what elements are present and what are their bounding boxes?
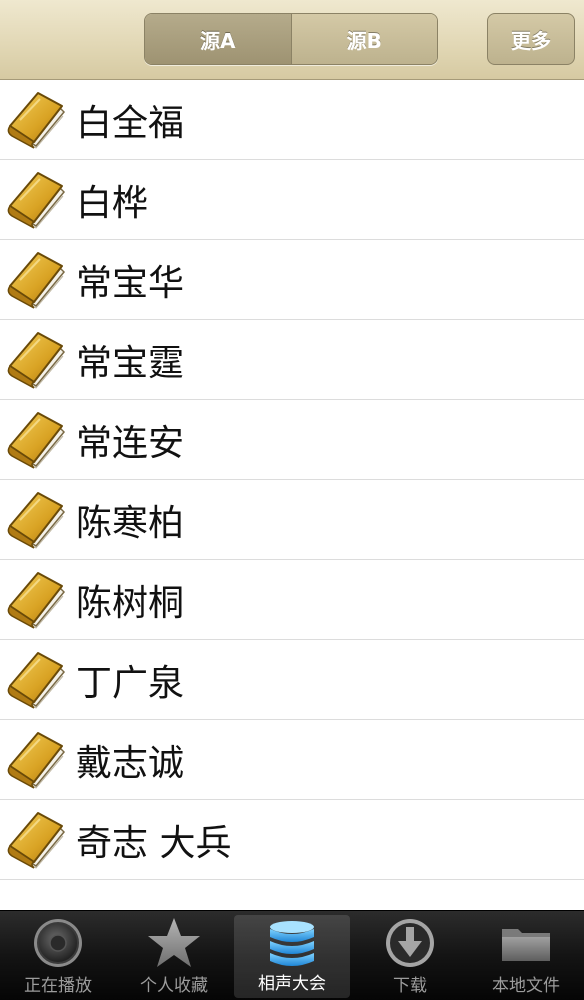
folder-icon: [502, 929, 550, 961]
tab-label: 下载: [393, 976, 427, 996]
list-item-label: 丁广泉: [76, 662, 185, 704]
list-item-label: 奇志 大兵: [76, 822, 232, 864]
performer-list: 白全福 白桦 常宝华 常宝霆 常连安 陈寒柏 陈树桐 丁广泉 戴志诚 奇志 大兵: [0, 80, 584, 910]
book-icon: [7, 332, 66, 389]
list-item-label: 白桦: [76, 182, 149, 224]
segment-source-a[interactable]: 源A: [145, 14, 291, 64]
list-item[interactable]: 常宝华: [0, 240, 584, 320]
list-item[interactable]: 陈寒柏: [0, 480, 584, 560]
list-item-label: 常连安: [76, 422, 185, 464]
list-item-label: 常宝霆: [76, 342, 185, 384]
segment-source-b[interactable]: 源B: [290, 14, 437, 64]
book-icon: [7, 572, 66, 629]
navigation-bar: 源A 源B 更多: [0, 0, 584, 80]
list-item[interactable]: 白全福: [0, 80, 584, 160]
tab-label: 相声大会: [258, 974, 326, 994]
list-item[interactable]: 戴志诚: [0, 720, 584, 800]
tab-crosstalk[interactable]: 相声大会: [234, 915, 350, 998]
list-item[interactable]: 奇志 大兵: [0, 800, 584, 880]
list-item-label: 陈寒柏: [76, 502, 185, 544]
download-icon: [386, 919, 434, 967]
list-item[interactable]: 常宝霆: [0, 320, 584, 400]
book-icon: [7, 812, 66, 869]
book-icon: [7, 252, 66, 309]
book-icon: [7, 412, 66, 469]
tab-download[interactable]: 下载: [352, 911, 468, 1000]
tab-label: 正在播放: [24, 976, 92, 996]
book-icon: [7, 732, 66, 789]
book-icon: [7, 652, 66, 709]
star-icon: [148, 918, 200, 967]
list-item-label: 陈树桐: [76, 582, 185, 624]
list-item[interactable]: 丁广泉: [0, 640, 584, 720]
more-button[interactable]: 更多: [487, 13, 575, 65]
tab-label: 个人收藏: [140, 976, 208, 996]
tab-bar: 正在播放 个人收藏 相声大会 下载 本地文件: [0, 910, 584, 1000]
book-icon: [7, 92, 66, 149]
tab-now-playing[interactable]: 正在播放: [0, 911, 116, 1000]
speaker-icon: [34, 919, 82, 967]
source-segmented-control: 源A 源B: [144, 13, 438, 65]
book-icon: [7, 172, 66, 229]
list-item[interactable]: 常连安: [0, 400, 584, 480]
list-item-label: 戴志诚: [76, 742, 185, 784]
database-icon: [270, 921, 314, 966]
book-icon: [7, 492, 66, 549]
tab-local-files[interactable]: 本地文件: [468, 911, 584, 1000]
list-item-label: 常宝华: [76, 262, 185, 304]
tab-favorites[interactable]: 个人收藏: [116, 911, 232, 1000]
list-item[interactable]: 陈树桐: [0, 560, 584, 640]
tab-label: 本地文件: [492, 976, 560, 996]
list-item[interactable]: 白桦: [0, 160, 584, 240]
list-item-label: 白全福: [76, 102, 185, 144]
